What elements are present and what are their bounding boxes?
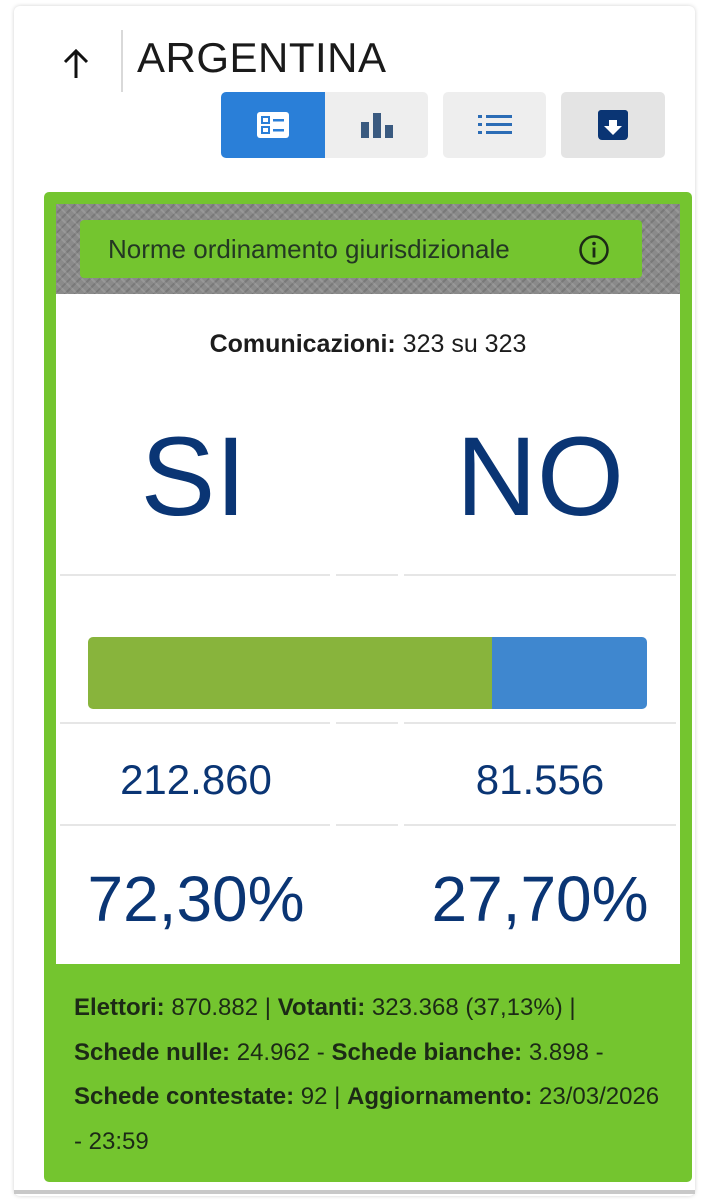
list-view-button[interactable] [443, 92, 546, 158]
schede-contestate-label: Schede contestate: [74, 1083, 295, 1110]
detail-view-icon [257, 112, 289, 138]
list-icon [477, 115, 512, 134]
no-label: NO [456, 414, 624, 539]
bar-chart-icon [360, 113, 393, 138]
divider [404, 722, 676, 724]
schede-bianche-value: 3.898 [528, 1038, 589, 1066]
page-title: ARGENTINA [137, 34, 387, 81]
divider [404, 824, 676, 826]
panel-bottom-border [14, 1190, 695, 1194]
elettori-value: 870.882 [171, 994, 259, 1021]
arrow-up-icon [63, 48, 89, 78]
chart-view-button[interactable] [325, 92, 428, 158]
divider [336, 824, 398, 826]
divider [60, 722, 330, 724]
divider [404, 574, 676, 576]
back-button[interactable] [56, 44, 96, 84]
no-votes: 81.556 [475, 756, 605, 803]
schede-contestate-value: 92 [300, 1083, 328, 1110]
divider [60, 824, 330, 826]
comunicazioni-label: Comunicazioni: [209, 330, 396, 358]
comunicazioni-value: 323 su 323 [402, 330, 527, 358]
download-button[interactable] [561, 92, 665, 158]
download-icon [598, 110, 628, 140]
info-button[interactable] [578, 234, 610, 266]
detail-view-button[interactable] [221, 92, 325, 158]
si-votes: 212.860 [120, 756, 272, 803]
votanti-label: Votanti: [277, 994, 366, 1021]
schede-bianche-label: Schede bianche: [331, 1038, 523, 1066]
results-bar [88, 637, 647, 709]
title-separator [121, 30, 123, 92]
elettori-label: Elettori: [74, 994, 165, 1021]
no-percentage: 27,70% [431, 863, 649, 935]
divider [336, 574, 398, 576]
no-bar-segment [492, 637, 647, 709]
info-icon [579, 235, 609, 265]
votanti-value: 323.368 (37,13%) [371, 994, 563, 1021]
divider [60, 574, 330, 576]
schede-nulle-value: 24.962 [236, 1038, 311, 1066]
comunicazioni-line: Comunicazioni: 323 su 323 [56, 330, 680, 359]
question-title: Norme ordinamento giurisdizionale [80, 220, 642, 278]
aggiornamento-label: Aggiornamento: [347, 1083, 533, 1110]
divider [336, 722, 398, 724]
turnout-summary: Elettori: 870.882 | Votanti: 323.368 (37… [74, 994, 660, 1155]
si-label: SI [140, 414, 247, 539]
schede-nulle-label: Schede nulle: [74, 1038, 231, 1066]
question-text: Norme ordinamento giurisdizionale [108, 233, 510, 264]
si-bar-segment [88, 637, 493, 709]
si-percentage: 72,30% [87, 863, 305, 935]
